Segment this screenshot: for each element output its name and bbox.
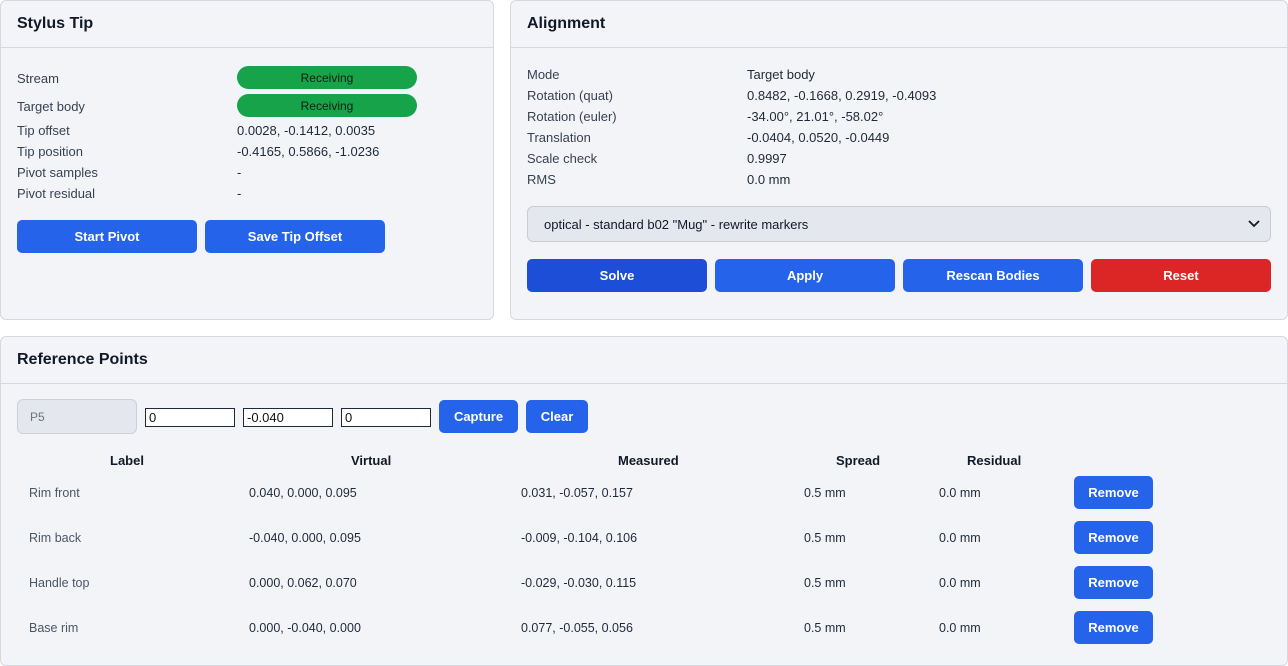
- stream-status-badge: Receiving: [237, 66, 417, 89]
- row-residual: 0.0 mm: [939, 621, 981, 635]
- column-header-measured: Measured: [618, 453, 679, 468]
- row-virtual: 0.000, 0.062, 0.070: [249, 576, 357, 590]
- row-virtual: 0.040, 0.000, 0.095: [249, 486, 357, 500]
- target-body-status-badge: Receiving: [237, 94, 417, 117]
- reference-points-panel: Reference Points P5 Capture Clear Label …: [0, 336, 1288, 666]
- row-spread: 0.5 mm: [804, 576, 846, 590]
- tip-offset-label: Tip offset: [17, 123, 70, 138]
- x-coordinate-input[interactable]: [145, 408, 235, 427]
- panel-title: Stylus Tip: [1, 1, 493, 48]
- row-residual: 0.0 mm: [939, 576, 981, 590]
- capture-button[interactable]: Capture: [439, 400, 518, 433]
- alignment-panel: Alignment Mode Target body Rotation (qua…: [510, 0, 1288, 320]
- column-header-label: Label: [110, 453, 144, 468]
- row-label: Rim back: [29, 531, 82, 545]
- row-residual: 0.0 mm: [939, 531, 981, 545]
- stream-label: Stream: [17, 71, 59, 86]
- row-label: Handle top: [29, 576, 90, 590]
- row-spread: 0.5 mm: [804, 486, 846, 500]
- stylus-tip-panel: Stylus Tip Stream Receiving Target body …: [0, 0, 494, 320]
- point-label-field[interactable]: P5: [17, 399, 137, 434]
- mode-label: Mode: [527, 67, 560, 82]
- rotation-euler-label: Rotation (euler): [527, 109, 617, 124]
- row-label: Rim front: [29, 486, 80, 500]
- row-spread: 0.5 mm: [804, 621, 846, 635]
- tip-position-label: Tip position: [17, 144, 83, 159]
- column-header-virtual: Virtual: [351, 453, 392, 468]
- pivot-residual-label: Pivot residual: [17, 186, 96, 201]
- panel-title: Alignment: [511, 1, 1287, 48]
- clear-button[interactable]: Clear: [526, 400, 588, 433]
- tip-offset-value: 0.0028, -0.1412, 0.0035: [237, 123, 376, 138]
- pivot-samples-value: -: [237, 165, 242, 180]
- remove-button[interactable]: Remove: [1074, 611, 1153, 644]
- column-header-spread: Spread: [836, 453, 881, 468]
- remove-button[interactable]: Remove: [1074, 476, 1153, 509]
- apply-button[interactable]: Apply: [715, 259, 895, 292]
- body-select[interactable]: optical - standard b02 "Mug" - rewrite m…: [527, 206, 1271, 242]
- chevron-down-icon: [1248, 217, 1260, 231]
- row-measured: 0.077, -0.055, 0.056: [521, 621, 633, 635]
- y-coordinate-input[interactable]: [243, 408, 333, 427]
- rotation-euler-value: -34.00°, 21.01°, -58.02°: [747, 109, 884, 124]
- translation-label: Translation: [527, 130, 591, 145]
- pivot-residual-value: -: [237, 186, 242, 201]
- reset-button[interactable]: Reset: [1091, 259, 1271, 292]
- z-coordinate-input[interactable]: [341, 408, 431, 427]
- pivot-samples-label: Pivot samples: [17, 165, 98, 180]
- rotation-quat-label: Rotation (quat): [527, 88, 613, 103]
- row-spread: 0.5 mm: [804, 531, 846, 545]
- rms-label: RMS: [527, 172, 556, 187]
- remove-button[interactable]: Remove: [1074, 521, 1153, 554]
- scale-check-label: Scale check: [527, 151, 598, 166]
- solve-button[interactable]: Solve: [527, 259, 707, 292]
- rescan-bodies-button[interactable]: Rescan Bodies: [903, 259, 1083, 292]
- row-label: Base rim: [29, 621, 79, 635]
- row-measured: 0.031, -0.057, 0.157: [521, 486, 633, 500]
- panel-title: Reference Points: [1, 337, 1287, 384]
- translation-value: -0.0404, 0.0520, -0.0449: [747, 130, 890, 145]
- row-measured: -0.009, -0.104, 0.106: [521, 531, 638, 545]
- save-tip-offset-button[interactable]: Save Tip Offset: [205, 220, 385, 253]
- row-virtual: 0.000, -0.040, 0.000: [249, 621, 361, 635]
- row-virtual: -0.040, 0.000, 0.095: [249, 531, 361, 545]
- scale-check-value: 0.9997: [747, 151, 787, 166]
- body-select-value: optical - standard b02 "Mug" - rewrite m…: [544, 216, 809, 232]
- target-body-label: Target body: [17, 99, 85, 114]
- mode-value: Target body: [747, 67, 815, 82]
- rms-value: 0.0 mm: [747, 172, 791, 187]
- column-header-residual: Residual: [967, 453, 1022, 468]
- remove-button[interactable]: Remove: [1074, 566, 1153, 599]
- rotation-quat-value: 0.8482, -0.1668, 0.2919, -0.4093: [747, 88, 937, 103]
- tip-position-value: -0.4165, 0.5866, -1.0236: [237, 144, 380, 159]
- start-pivot-button[interactable]: Start Pivot: [17, 220, 197, 253]
- row-residual: 0.0 mm: [939, 486, 981, 500]
- row-measured: -0.029, -0.030, 0.115: [521, 576, 637, 590]
